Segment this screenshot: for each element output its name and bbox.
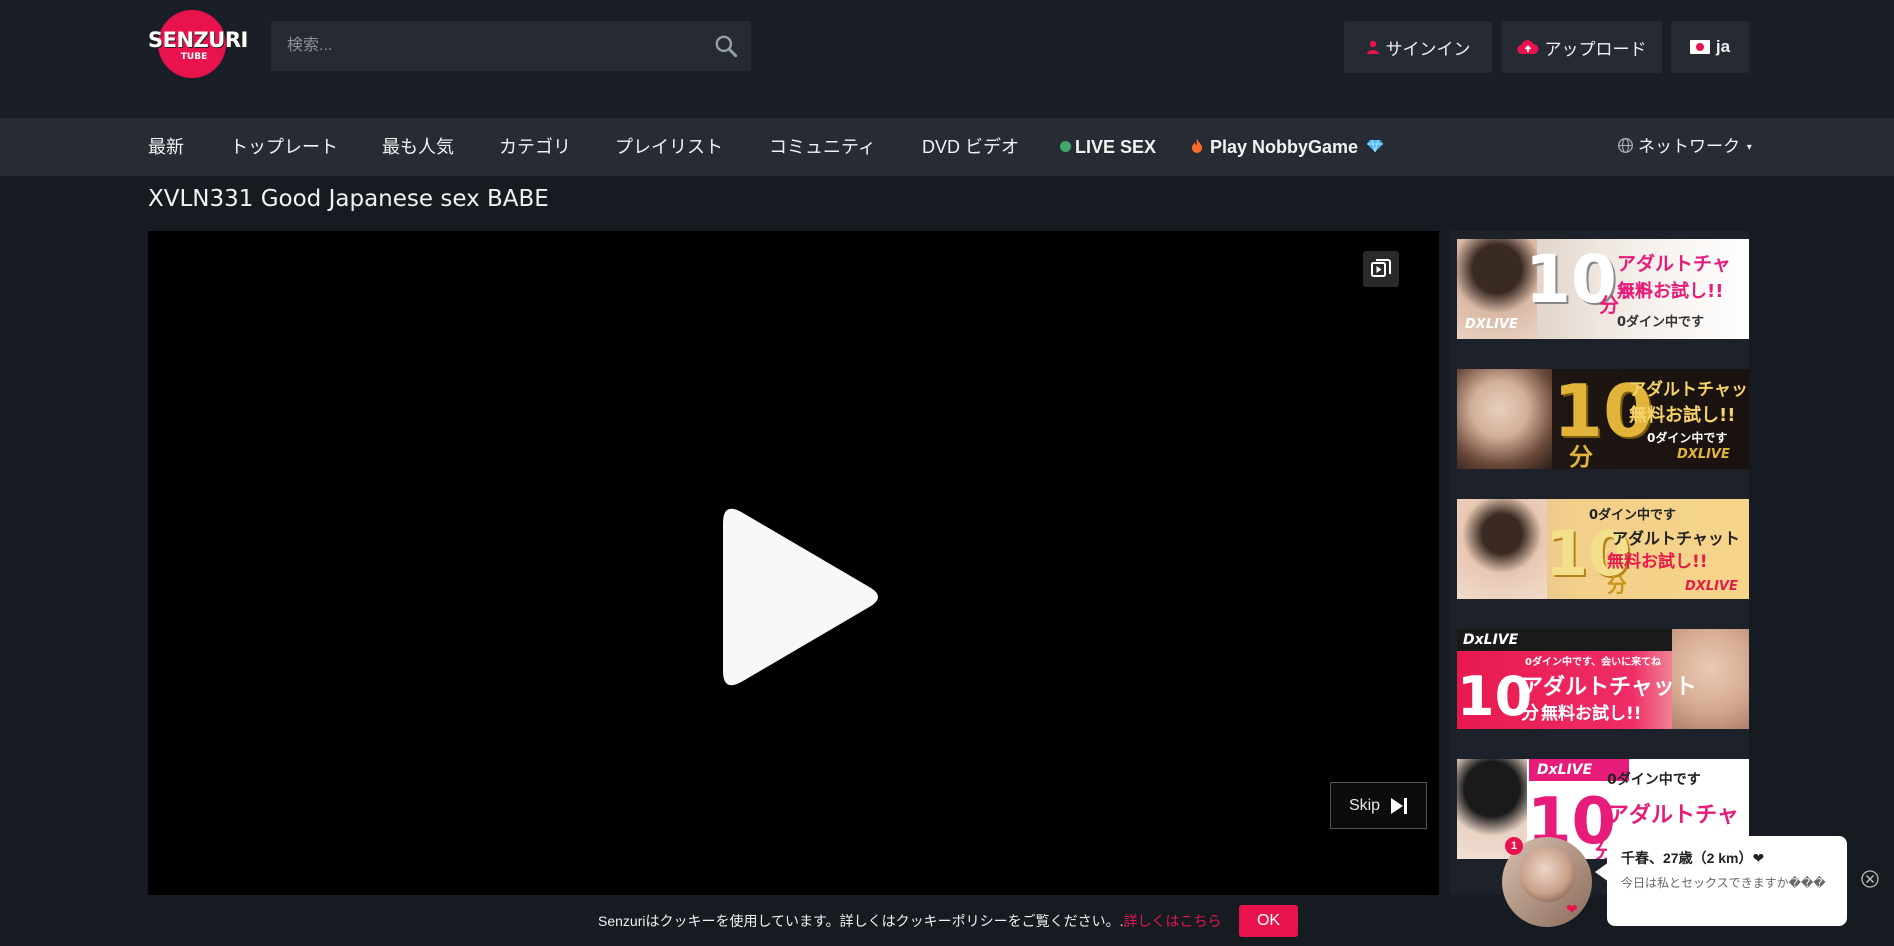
nav-playlists[interactable]: プレイリスト — [615, 118, 723, 176]
chat-message: 今日は私とセックスできますか��� — [1621, 876, 1826, 890]
avatar-face — [1520, 847, 1575, 902]
main-nav: 最新 トップレート 最も人気 カテゴリ プレイリスト コミュニティ DVD ビデ… — [0, 118, 1894, 176]
nav-dvd-videos[interactable]: DVD ビデオ — [922, 118, 1019, 176]
diamond-icon — [1367, 140, 1384, 153]
video-player[interactable]: Skip — [148, 231, 1439, 946]
ad-banner[interactable]: DxLIVE 10 分 アダルトチャット 無料お試し!! 0ダイン中です、会いに… — [1457, 629, 1749, 729]
ad-unit: 分 — [1569, 443, 1593, 469]
ad-line3: 0ダイン中です、会いに来てね — [1525, 657, 1662, 668]
signin-button[interactable]: サインイン — [1344, 21, 1492, 73]
fire-icon — [1192, 139, 1202, 154]
network-dropdown[interactable]: ネットワーク ▾ — [1617, 118, 1752, 176]
globe-icon — [1618, 138, 1633, 153]
cookie-ok-button[interactable]: OK — [1239, 905, 1298, 937]
skip-ad-button[interactable]: Skip — [1330, 782, 1427, 829]
nav-categories[interactable]: カテゴリ — [499, 118, 571, 176]
japan-flag-icon — [1689, 40, 1710, 54]
language-button[interactable]: ja — [1671, 21, 1749, 73]
play-icon[interactable] — [693, 493, 893, 693]
top-bar: SENZURI TUBE サインイン アップロード ja — [0, 0, 1894, 118]
ad-model-image — [1457, 369, 1552, 469]
logo-subtext: TUBE — [180, 52, 208, 62]
cookie-learn-more-link[interactable]: 詳しくはこちら — [1124, 913, 1222, 929]
nav-top-rated[interactable]: トップレート — [230, 118, 338, 176]
skip-label: Skip — [1348, 796, 1381, 814]
upload-button[interactable]: アップロード — [1501, 21, 1662, 73]
nav-live-sex-label: LIVE SEX — [1075, 137, 1157, 157]
ad-line3: 0ダイン中です — [1607, 772, 1701, 788]
ad-line2: 無料お試し!! — [1617, 281, 1724, 302]
nav-latest[interactable]: 最新 — [148, 118, 184, 176]
site-logo[interactable]: SENZURI TUBE — [148, 10, 248, 78]
ad-unit: 分 — [1599, 293, 1619, 317]
upload-label: アップロード — [1544, 39, 1647, 59]
ad-banner[interactable]: 10 分 アダルトチャット 無料お試し!! 0ダイン中です DXLIVE — [1457, 499, 1749, 599]
ad-line2: 無料お試し!! — [1541, 704, 1642, 724]
ad-model-image — [1457, 499, 1547, 599]
ad-banner[interactable]: 10 分 アダルトチャット 無料お試し!! 0ダイン中です DXLIVE — [1457, 239, 1749, 339]
ad-banner[interactable]: 10 分 アダルトチャット 無料お試し!! 0ダイン中です DXLIVE — [1457, 369, 1749, 469]
user-icon — [1366, 40, 1379, 54]
ad-line2: 無料お試し!! — [1607, 552, 1708, 572]
skip-next-icon — [1391, 797, 1408, 814]
network-label: ネットワーク — [1638, 137, 1740, 156]
video-title: XVLN331 Good Japanese sex BABE — [148, 186, 549, 212]
close-icon[interactable] — [1861, 870, 1879, 888]
ad-line3: 0ダイン中です — [1617, 315, 1705, 330]
logo-text: SENZURI — [148, 28, 248, 52]
language-label: ja — [1715, 37, 1731, 56]
ad-brand: DxLIVE — [1537, 762, 1593, 778]
cookie-text: Senzuriはクッキーを使用しています。詳しくはクッキーポリシーをご覧ください… — [598, 913, 1124, 929]
signin-label: サインイン — [1385, 39, 1471, 59]
cookie-message: Senzuriはクッキーを使用しています。詳しくはクッキーポリシーをご覧ください… — [598, 911, 1222, 931]
ad-line2: 無料お試し!! — [1629, 405, 1736, 426]
nav-community[interactable]: コミュニティ — [769, 118, 876, 176]
playlist-icon — [1371, 259, 1391, 277]
search-box — [271, 21, 751, 71]
nav-most-popular[interactable]: 最も人気 — [382, 118, 454, 176]
bubble-pointer — [1595, 862, 1609, 882]
caret-down-icon: ▾ — [1746, 142, 1752, 153]
ad-line3: 0ダイン中です — [1589, 508, 1677, 523]
heart-icon: ❤ — [1566, 901, 1578, 917]
nav-play-game[interactable]: Play NobbyGame — [1190, 118, 1384, 176]
search-icon[interactable] — [713, 33, 739, 59]
nav-live-sex[interactable]: LIVE SEX — [1060, 118, 1156, 176]
playlist-add-button[interactable] — [1363, 251, 1399, 287]
chat-sender: 千春、27歳（2 km）❤ — [1621, 850, 1765, 866]
chat-bubble[interactable]: 千春、27歳（2 km）❤ 今日は私とセックスできますか��� — [1595, 836, 1847, 926]
ad-line1: アダルトチャット — [1521, 675, 1697, 700]
search-input[interactable] — [271, 21, 743, 71]
live-dot-icon — [1060, 140, 1071, 152]
notification-badge: 1 — [1505, 837, 1523, 855]
nav-play-game-label: Play NobbyGame — [1210, 137, 1359, 157]
ad-brand: DxLIVE — [1463, 632, 1519, 648]
ad-line1: アダルトチャット — [1612, 529, 1740, 548]
ad-brand: DXLIVE — [1465, 317, 1518, 332]
ad-line3: 0ダイン中です — [1647, 431, 1728, 445]
ad-unit: 分 — [1607, 573, 1627, 597]
ad-brand: DXLIVE — [1685, 579, 1738, 594]
cloud-upload-icon — [1516, 40, 1539, 55]
ad-unit: 分 — [1521, 703, 1539, 724]
ad-brand: DXLIVE — [1677, 447, 1730, 462]
